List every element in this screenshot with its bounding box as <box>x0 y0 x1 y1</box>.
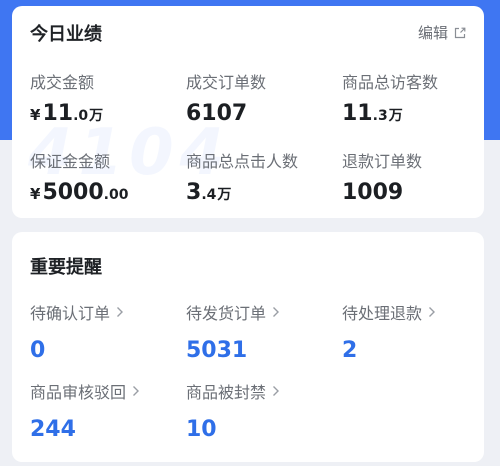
alert-label[interactable]: 商品被封禁 <box>186 379 336 403</box>
edit-label: 编辑 <box>417 24 448 42</box>
alert-value[interactable]: 0 <box>30 338 180 364</box>
alert-pending-refund[interactable]: 待处理退款 2 <box>342 300 492 364</box>
alert-value[interactable]: 2 <box>342 338 492 364</box>
alert-value[interactable]: 5031 <box>186 338 336 364</box>
metric-value: 11.3万 <box>342 101 403 126</box>
chevron-right-icon <box>272 306 280 318</box>
alert-label[interactable]: 待发货订单 <box>186 300 336 324</box>
alert-review-rejected[interactable]: 商品审核驳回 244 <box>30 379 180 443</box>
alert-value[interactable]: 244 <box>30 417 180 443</box>
chevron-right-icon <box>132 385 140 397</box>
alert-label[interactable]: 待处理退款 <box>342 300 492 324</box>
metric-value: ¥11.0万 <box>30 101 104 126</box>
metric-label: 保证金金额 <box>30 152 111 171</box>
edit-external-icon <box>454 27 466 39</box>
alert-label[interactable]: 待确认订单 <box>30 300 180 324</box>
edit-button[interactable]: 编辑 <box>418 22 466 43</box>
metric-label: 商品总访客数 <box>342 73 439 92</box>
alert-label[interactable]: 商品审核驳回 <box>30 379 180 403</box>
metric-orders: 成交订单数 6107 <box>186 69 336 127</box>
metric-clicks: 商品总点击人数 3.4万 <box>186 148 336 208</box>
alert-pending-ship[interactable]: 待发货订单 5031 <box>186 300 336 364</box>
chevron-right-icon <box>428 306 436 318</box>
metric-deposit: 保证金金额 ¥5000.00 <box>30 148 180 208</box>
metric-refunds: 退款订单数 1009 <box>342 148 492 206</box>
metric-visitors: 商品总访客数 11.3万 <box>342 69 492 129</box>
chevron-right-icon <box>116 306 124 318</box>
metric-label: 成交订单数 <box>186 73 267 92</box>
metric-value: 6107 <box>186 101 248 126</box>
metric-label: 退款订单数 <box>342 152 423 171</box>
performance-title: 今日业绩 <box>30 24 102 45</box>
metric-value: 1009 <box>342 180 404 205</box>
metric-value: ¥5000.00 <box>30 180 129 205</box>
chevron-right-icon <box>272 385 280 397</box>
alert-pending-confirm[interactable]: 待确认订单 0 <box>30 300 180 364</box>
performance-card: 4104 今日业绩 编辑 成交金额 ¥11.0万 成交订单数 6107 商品总访… <box>12 6 484 218</box>
alert-banned[interactable]: 商品被封禁 10 <box>186 379 336 443</box>
metric-label: 成交金额 <box>30 73 95 92</box>
metric-gmv: 成交金额 ¥11.0万 <box>30 69 180 129</box>
metric-label: 商品总点击人数 <box>186 152 299 171</box>
alerts-title: 重要提醒 <box>30 257 102 278</box>
alert-value[interactable]: 10 <box>186 417 336 443</box>
metric-value: 3.4万 <box>186 180 232 205</box>
alerts-card: 重要提醒 待确认订单 0 待发货订单 5031 待处理退款 2 商品审核驳回 2… <box>12 232 484 462</box>
